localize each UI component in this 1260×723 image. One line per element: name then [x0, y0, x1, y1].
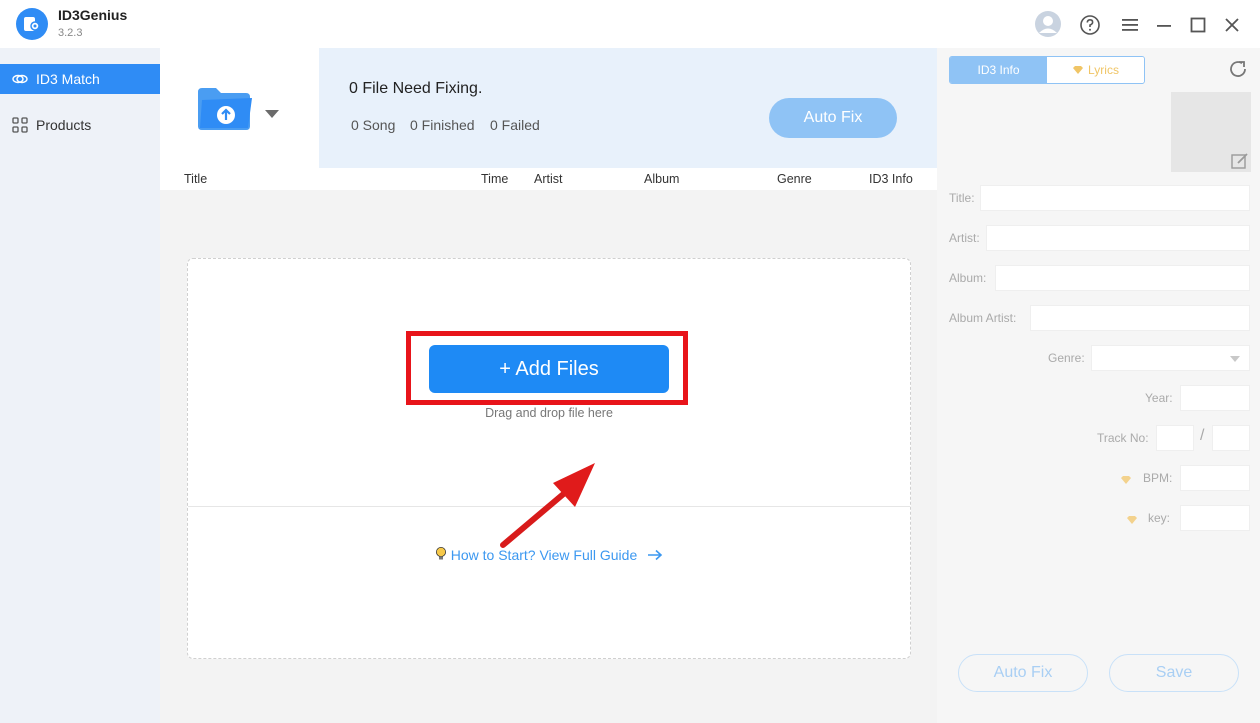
app-logo — [16, 8, 48, 40]
refresh-icon[interactable] — [1227, 58, 1249, 80]
column-title[interactable]: Title — [184, 172, 207, 186]
track-number-field[interactable] — [1156, 425, 1194, 451]
title-field[interactable] — [980, 185, 1250, 211]
track-total-field[interactable] — [1212, 425, 1250, 451]
genre-label: Genre: — [1048, 351, 1085, 365]
red-arrow-annotation — [500, 463, 595, 548]
auto-fix-button[interactable]: Auto Fix — [769, 98, 897, 138]
tab-lyrics[interactable]: Lyrics — [1047, 57, 1144, 83]
arrow-right-icon — [641, 547, 663, 563]
table-header: Title Time Artist Album Genre ID3 Info — [160, 168, 937, 190]
sidebar-item-id3-match[interactable]: ID3 Match — [0, 64, 160, 94]
tab-id3-info[interactable]: ID3 Info — [950, 57, 1047, 83]
folder-upload-icon[interactable] — [196, 86, 256, 132]
track-no-label: Track No: — [1097, 431, 1149, 445]
status-panel: 0 File Need Fixing. 0 Song 0 Finished 0 … — [319, 48, 937, 168]
minimize-icon[interactable] — [1151, 12, 1177, 38]
album-cover[interactable] — [1171, 92, 1251, 172]
menu-icon[interactable] — [1117, 12, 1143, 38]
album-artist-label: Album Artist: — [949, 311, 1017, 325]
import-folder-area — [160, 48, 319, 168]
album-label: Album: — [949, 271, 987, 285]
artist-label: Artist: — [949, 231, 980, 245]
year-field[interactable] — [1180, 385, 1250, 411]
help-icon[interactable] — [1077, 12, 1103, 38]
drag-drop-hint: Drag and drop file here — [485, 406, 613, 420]
panel-auto-fix-button[interactable]: Auto Fix — [958, 654, 1088, 692]
app-name: ID3Genius — [58, 7, 128, 23]
track-separator: / — [1200, 427, 1205, 444]
close-icon[interactable] — [1219, 12, 1245, 38]
id3-info-panel: ID3 Info Lyrics Title: Artist: Album: Al… — [937, 48, 1260, 723]
maximize-icon[interactable] — [1185, 12, 1211, 38]
grid-icon — [12, 117, 28, 133]
user-icon[interactable] — [1034, 10, 1062, 38]
tab-lyrics-label: Lyrics — [1088, 63, 1119, 77]
app-version: 3.2.3 — [58, 27, 83, 39]
artist-field[interactable] — [986, 225, 1250, 251]
column-album[interactable]: Album — [644, 172, 679, 186]
edit-icon[interactable] — [1231, 152, 1249, 170]
column-time[interactable]: Time — [481, 172, 508, 186]
diamond-icon — [1126, 512, 1138, 530]
genre-select[interactable] — [1091, 345, 1250, 371]
column-artist[interactable]: Artist — [534, 172, 562, 186]
song-count: 0 Song — [351, 117, 396, 133]
album-artist-field[interactable] — [1030, 305, 1250, 331]
diamond-icon — [1120, 472, 1132, 490]
failed-count: 0 Failed — [490, 117, 540, 133]
bpm-label: BPM: — [1143, 471, 1173, 485]
sidebar-item-label: Products — [36, 117, 92, 133]
key-field[interactable] — [1180, 505, 1250, 531]
sidebar-item-products[interactable]: Products — [0, 110, 160, 140]
bpm-field[interactable] — [1180, 465, 1250, 491]
save-button[interactable]: Save — [1109, 654, 1239, 692]
finished-count: 0 Finished — [410, 117, 475, 133]
lightbulb-icon — [435, 547, 451, 563]
chevron-down-icon — [1230, 356, 1240, 362]
info-tabs: ID3 Info Lyrics — [949, 56, 1145, 84]
main-panel: 0 File Need Fixing. 0 Song 0 Finished 0 … — [160, 48, 937, 723]
chevron-down-icon[interactable] — [264, 106, 280, 124]
sidebar: ID3 Match Products — [0, 48, 160, 723]
column-id3-info[interactable]: ID3 Info — [869, 172, 913, 186]
sidebar-item-label: ID3 Match — [36, 71, 100, 87]
year-label: Year: — [1145, 391, 1173, 405]
diamond-icon — [1072, 63, 1088, 77]
album-field[interactable] — [995, 265, 1250, 291]
title-label: Title: — [949, 191, 975, 205]
link-icon — [12, 71, 28, 87]
status-title: 0 File Need Fixing. — [349, 80, 483, 97]
title-bar: ID3Genius 3.2.3 — [0, 0, 1260, 48]
column-genre[interactable]: Genre — [777, 172, 812, 186]
highlight-box — [406, 331, 688, 405]
key-label: key: — [1148, 511, 1171, 525]
